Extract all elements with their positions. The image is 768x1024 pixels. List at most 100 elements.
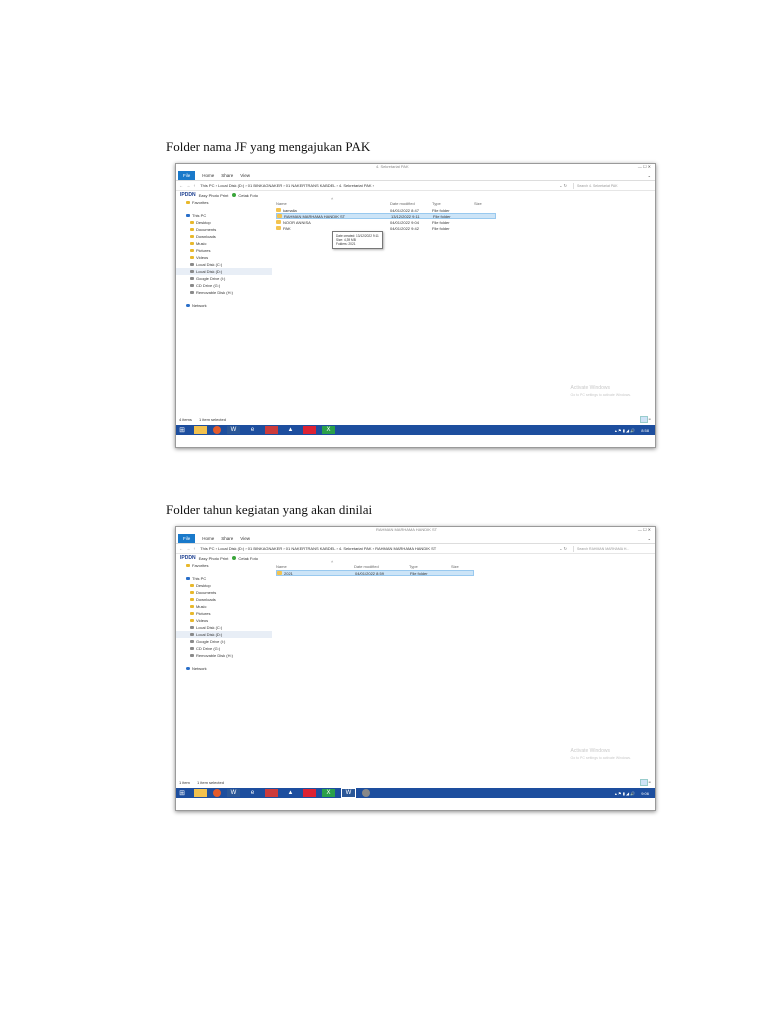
nav-network[interactable]: Network	[176, 665, 272, 672]
vlc-taskbar-icon[interactable]: ▲	[284, 789, 297, 797]
nav-this-pc[interactable]: This PC	[176, 575, 272, 582]
nav-network[interactable]: Network	[176, 302, 272, 309]
tab-share[interactable]: Share	[221, 536, 233, 541]
caption-folder-jf: Folder nama JF yang mengajukan PAK	[166, 139, 371, 154]
nav-desktop[interactable]: Desktop	[176, 219, 272, 226]
view-toggle[interactable]: ≡	[639, 779, 651, 786]
nav-this-pc[interactable]: This PC	[176, 212, 272, 219]
nav-documents[interactable]: Documents	[176, 226, 272, 233]
col-size[interactable]: Size	[474, 201, 494, 206]
bookmark-easy-photo[interactable]: Easy Photo Print	[199, 556, 229, 561]
list-item[interactable]: kamalia 04/01/2022 8:47 File folder	[276, 207, 496, 213]
nav-music[interactable]: Music	[176, 603, 272, 610]
search-input[interactable]: Search RAHMAN MARHAMA H...	[573, 545, 655, 552]
start-icon[interactable]: ⊞	[176, 426, 188, 434]
col-name[interactable]: Name	[276, 201, 390, 206]
details-view-icon[interactable]	[639, 416, 648, 423]
nav-cd-drive[interactable]: CD Drive (G:)	[176, 282, 272, 289]
bookmark-cetak-foto[interactable]: Cetak Foto	[238, 556, 258, 561]
folder-icon	[190, 256, 194, 259]
address-bar[interactable]: This PC › Local Disk (D:) › 01 BINKAGNAK…	[200, 546, 500, 551]
col-type[interactable]: Type	[432, 201, 474, 206]
nav-arrows-icon[interactable]: ← → ↑	[179, 546, 196, 551]
col-date[interactable]: Date modified	[390, 201, 432, 206]
list-item-selected[interactable]: RAHMAN MARHAMA HANDIK ST 13/12/2022 9:11…	[276, 213, 496, 219]
ie-taskbar-icon[interactable]: e	[246, 789, 259, 797]
file-tab[interactable]: File	[178, 171, 196, 180]
bookmark-easy-photo[interactable]: Easy Photo Print	[199, 193, 229, 198]
nav-pictures[interactable]: Pictures	[176, 247, 272, 254]
list-item[interactable]: NOOR ANNISA 04/01/2022 9:04 File folder	[276, 219, 496, 225]
explorer-taskbar-icon[interactable]	[194, 426, 207, 434]
nav-cd-drive[interactable]: CD Drive (G:)	[176, 645, 272, 652]
nav-google-drive[interactable]: Google Drive (I:)	[176, 638, 272, 645]
address-bar[interactable]: This PC › Local Disk (D:) › 01 BINKAGNAK…	[200, 183, 500, 188]
system-tray[interactable]: ▴ ⚑ ▮ ◢ 🔊 8:58	[615, 428, 649, 433]
nav-local-disk-d[interactable]: Local Disk (D:)	[176, 268, 272, 275]
system-tray[interactable]: ▴ ⚑ ▮ ◢ 🔊 9:06	[615, 791, 649, 796]
excel-taskbar-icon[interactable]: X	[322, 789, 335, 797]
details-view-icon[interactable]	[639, 779, 648, 786]
status-item-count: 4 items	[179, 417, 192, 422]
refresh-icon[interactable]: ⌄ ↻	[559, 546, 567, 551]
file-list: ˄ Name Date modified Type Size 2021 04/0…	[276, 559, 655, 576]
nav-local-disk-d[interactable]: Local Disk (D:)	[176, 631, 272, 638]
window-controls[interactable]: — ☐ ✕	[638, 527, 651, 532]
nav-pictures[interactable]: Pictures	[176, 610, 272, 617]
nav-documents[interactable]: Documents	[176, 589, 272, 596]
status-selection: 1 item selected	[199, 417, 226, 422]
word-doc-taskbar-icon[interactable]: W	[341, 788, 356, 798]
nav-arrows-icon[interactable]: ← → ↑	[179, 183, 196, 188]
list-item[interactable]: PAK 04/01/2022 9:42 File folder	[276, 225, 496, 231]
chrome-taskbar-icon[interactable]	[303, 426, 316, 434]
chrome-taskbar-icon[interactable]	[303, 789, 316, 797]
view-toggle[interactable]: ≡	[639, 416, 651, 423]
tab-home[interactable]: Home	[202, 536, 214, 541]
nav-music[interactable]: Music	[176, 240, 272, 247]
chevron-down-icon[interactable]: ⌄	[648, 173, 651, 178]
tab-share[interactable]: Share	[221, 173, 233, 178]
firefox-taskbar-icon[interactable]	[213, 789, 221, 797]
nav-videos[interactable]: Videos	[176, 617, 272, 624]
folder-icon	[277, 214, 282, 218]
nav-google-drive[interactable]: Google Drive (I:)	[176, 275, 272, 282]
nav-removable-disk[interactable]: Removable Disk (H:)	[176, 289, 272, 296]
nav-local-disk-c[interactable]: Local Disk (C:)	[176, 624, 272, 631]
app-taskbar-icon[interactable]	[265, 426, 278, 434]
nav-favorites[interactable]: Favorites	[176, 562, 272, 569]
refresh-icon[interactable]: ⌄ ↻	[559, 183, 567, 188]
nav-removable-disk[interactable]: Removable Disk (H:)	[176, 652, 272, 659]
nav-downloads[interactable]: Downloads	[176, 233, 272, 240]
folder-icon	[276, 220, 281, 224]
tab-view[interactable]: View	[240, 536, 250, 541]
chevron-down-icon[interactable]: ⌄	[648, 536, 651, 541]
window-controls[interactable]: — ☐ ✕	[638, 164, 651, 169]
file-tab[interactable]: File	[178, 534, 196, 543]
ipddn-logo: IPDDN	[180, 192, 196, 198]
nav-desktop[interactable]: Desktop	[176, 582, 272, 589]
firefox-taskbar-icon[interactable]	[213, 426, 221, 434]
tab-home[interactable]: Home	[202, 173, 214, 178]
word-taskbar-icon[interactable]: W	[227, 789, 240, 797]
col-date[interactable]: Date modified	[354, 564, 409, 569]
col-size[interactable]: Size	[451, 564, 471, 569]
list-item-selected[interactable]: 2021 04/01/2022 8:59 File folder	[276, 570, 474, 576]
nav-local-disk-c[interactable]: Local Disk (C:)	[176, 261, 272, 268]
nav-videos[interactable]: Videos	[176, 254, 272, 261]
nav-downloads[interactable]: Downloads	[176, 596, 272, 603]
nav-favorites[interactable]: Favorites	[176, 199, 272, 206]
word-taskbar-icon[interactable]: W	[227, 426, 240, 434]
ie-taskbar-icon[interactable]: e	[246, 426, 259, 434]
app-taskbar-icon[interactable]	[265, 789, 278, 797]
folder-icon	[190, 612, 194, 615]
start-icon[interactable]: ⊞	[176, 789, 188, 797]
search-input[interactable]: Search 4. Sekretariat PAK	[573, 182, 655, 189]
excel-taskbar-icon[interactable]: X	[322, 426, 335, 434]
app2-taskbar-icon[interactable]	[362, 789, 370, 797]
col-name[interactable]: Name	[276, 564, 354, 569]
bookmark-cetak-foto[interactable]: Cetak Foto	[238, 193, 258, 198]
tab-view[interactable]: View	[240, 173, 250, 178]
vlc-taskbar-icon[interactable]: ▲	[284, 426, 297, 434]
explorer-taskbar-icon[interactable]	[194, 789, 207, 797]
col-type[interactable]: Type	[409, 564, 451, 569]
